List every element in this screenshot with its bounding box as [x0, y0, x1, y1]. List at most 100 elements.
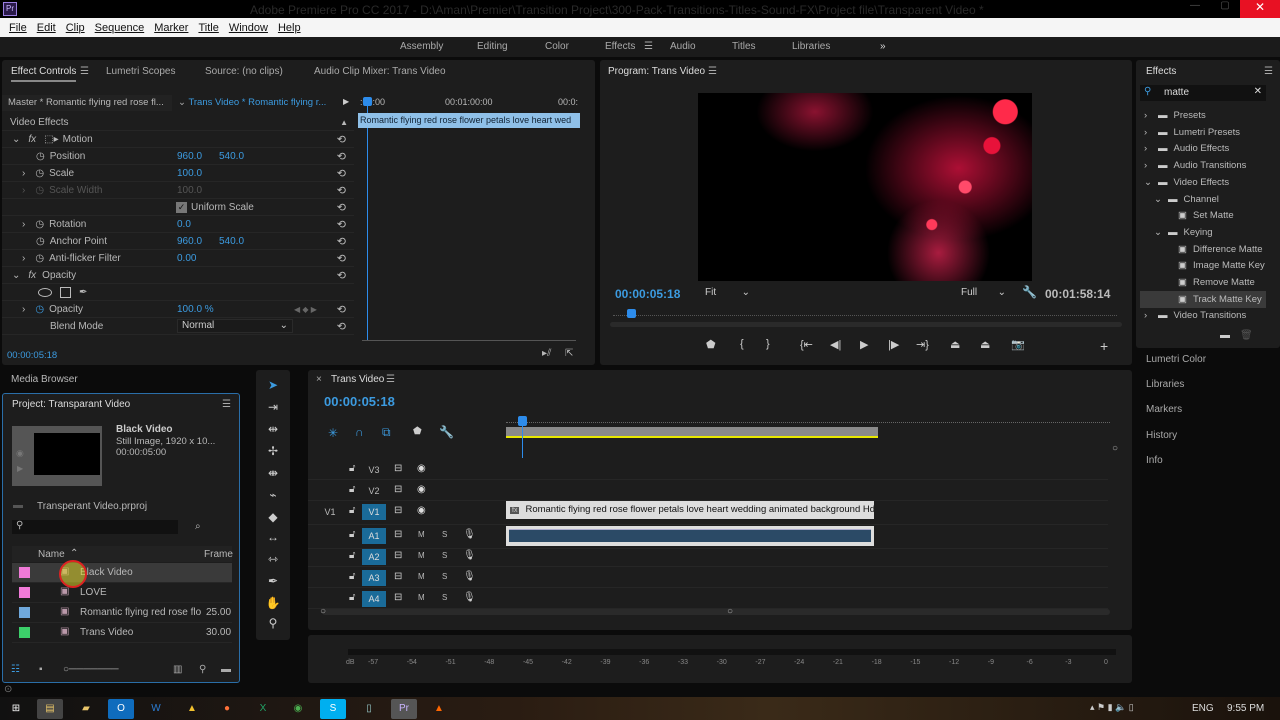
excel-icon[interactable]: X [250, 699, 276, 719]
work-area-bar[interactable] [506, 427, 878, 438]
chevron-right-icon[interactable]: › [22, 185, 25, 196]
clock[interactable]: 9:55 PM [1227, 703, 1264, 714]
mute-button[interactable]: M [418, 530, 425, 539]
go-to-in-icon[interactable]: {⇤ [800, 338, 813, 351]
tab-lumetri-scopes[interactable]: Lumetri Scopes [106, 66, 175, 77]
column-frame-rate[interactable]: Frame [204, 549, 233, 560]
playback-resolution-dropdown[interactable]: Full ⌄ [956, 287, 1008, 301]
step-forward-icon[interactable]: |▶ [888, 338, 899, 351]
reset-icon[interactable]: ⟲ [337, 235, 346, 248]
play-triangle-icon[interactable]: ▶ [343, 97, 349, 106]
uniform-scale-checkbox[interactable]: ✓ [176, 201, 187, 213]
reset-icon[interactable]: ⟲ [337, 218, 346, 231]
fx-icon[interactable]: fx [28, 270, 36, 281]
lift-icon[interactable]: ⏏ [950, 338, 960, 351]
zoom-scrollbar[interactable] [362, 340, 576, 341]
close-tab-icon[interactable]: × [316, 374, 322, 385]
effects-tree-item[interactable]: ⌄ ▬ Video Effects [1140, 174, 1266, 191]
fx-icon[interactable]: fx [28, 134, 36, 145]
snap-magnet-icon[interactable]: ∩ [355, 425, 364, 439]
reset-icon[interactable]: ⟲ [337, 303, 346, 316]
stopwatch-icon[interactable]: ◷ [36, 151, 45, 162]
step-back-icon[interactable]: ◀| [830, 338, 841, 351]
sync-lock-icon[interactable]: ⊟ [394, 463, 402, 474]
track-target-toggle[interactable]: A3 [362, 570, 386, 586]
label-color-swatch[interactable] [19, 627, 30, 638]
microphone-icon[interactable]: 🎙︎ [463, 550, 476, 561]
reset-icon[interactable]: ⟲ [337, 252, 346, 265]
chevron-right-icon[interactable]: › [1144, 110, 1154, 121]
folder-icon[interactable]: ▰ [73, 699, 99, 719]
menu-clip[interactable]: Clip [66, 22, 85, 34]
stopwatch-icon[interactable]: ◷ [35, 304, 44, 315]
add-marker-icon[interactable]: ⬟ [413, 426, 422, 437]
eye-icon[interactable]: ◉ [417, 484, 426, 495]
panel-menu-icon[interactable]: ☰ [386, 374, 395, 385]
workspace-menu-icon[interactable]: ☰ [644, 41, 653, 52]
mute-button[interactable]: M [418, 593, 425, 602]
lock-icon[interactable]: 🔓︎ [349, 571, 355, 582]
label-color-swatch[interactable] [19, 607, 30, 618]
selection-tool-icon[interactable]: ➤ [256, 378, 290, 392]
rotation-value[interactable]: 0.0 [177, 219, 191, 230]
menu-help[interactable]: Help [278, 22, 301, 34]
sync-lock-icon[interactable]: ⊟ [394, 571, 402, 582]
project-title[interactable]: Project: Transparant Video [12, 399, 130, 410]
microphone-icon[interactable]: 🎙︎ [463, 571, 476, 582]
vlc-icon[interactable]: ▲ [426, 699, 452, 719]
panel-libraries[interactable]: Libraries [1146, 379, 1184, 390]
eye-icon[interactable]: ◉ [417, 463, 426, 474]
reset-icon[interactable]: ⟲ [337, 184, 346, 197]
chevron-right-icon[interactable]: › [22, 219, 25, 230]
clear-search-icon[interactable]: ✕ [1254, 86, 1262, 97]
column-name[interactable]: Name [38, 549, 65, 560]
audio-clip[interactable] [506, 526, 874, 546]
more-workspaces-icon[interactable]: » [880, 41, 886, 52]
track-target-toggle[interactable]: V2 [362, 483, 386, 499]
effects-tree-item[interactable]: › ▬ Video Transitions [1140, 307, 1266, 324]
effects-tree-item[interactable]: ▣ Set Matte [1140, 207, 1266, 224]
project-item[interactable]: ▣ Romantic flying red rose flo 25.00 [12, 603, 232, 623]
time-ruler[interactable] [613, 308, 1117, 316]
chevron-down-icon[interactable]: ⌄ [1144, 177, 1154, 188]
tray-icons[interactable]: ▴ ⚑ ▮ 🔈 ▯ [1090, 702, 1134, 713]
chevron-right-icon[interactable]: › [22, 253, 25, 264]
collapse-up-icon[interactable]: ▲ [340, 118, 348, 127]
settings-wrench-icon[interactable]: 🔧 [1022, 285, 1037, 299]
lock-icon[interactable]: 🔓︎ [349, 592, 355, 603]
ellipse-mask-icon[interactable] [38, 287, 52, 297]
pen-tool-icon[interactable]: ✒ [256, 574, 290, 588]
effects-search-box[interactable]: ⚲ matte ✕ [1140, 85, 1266, 101]
panel-menu-icon[interactable]: ☰ [80, 66, 89, 77]
panel-markers[interactable]: Markers [1146, 404, 1182, 415]
slide-tool-icon[interactable]: ⇿ [256, 552, 290, 566]
play-only-audio-icon[interactable]: ▸⫽ [542, 348, 551, 359]
effects-tree-item[interactable]: › ▬ Presets [1140, 107, 1266, 124]
word-icon[interactable]: W [143, 699, 169, 719]
firefox-icon[interactable]: ● [214, 699, 240, 719]
file-explorer-icon[interactable]: ▤ [37, 699, 63, 719]
sync-lock-icon[interactable]: ⊟ [394, 484, 402, 495]
button-editor-plus-icon[interactable]: + [1100, 338, 1108, 354]
workspace-editing[interactable]: Editing [477, 41, 508, 52]
clip-bar[interactable]: Romantic flying red rose flower petals l… [358, 113, 580, 128]
mark-in-icon[interactable]: { [740, 338, 744, 350]
sequence-clip-dropdown[interactable]: ⌄ Trans Video * Romantic flying r... [174, 95, 344, 111]
zoom-slider[interactable]: ○─────── [63, 664, 119, 675]
program-playhead-timecode[interactable]: 00:00:05:18 [615, 287, 680, 301]
blend-mode-dropdown[interactable]: Normal ⌄ [177, 319, 293, 333]
panel-lumetri-color[interactable]: Lumetri Color [1146, 354, 1206, 365]
chevron-right-icon[interactable]: › [1144, 310, 1154, 321]
chevron-down-icon[interactable]: ⌄ [1154, 194, 1164, 205]
export-frame-camera-icon[interactable]: 📷 [1011, 338, 1025, 351]
microphone-icon[interactable]: 🎙︎ [463, 592, 476, 603]
menu-edit[interactable]: Edit [37, 22, 56, 34]
outlook-icon[interactable]: O [108, 699, 134, 719]
effects-tree-item[interactable]: ⌄ ▬ Channel [1140, 191, 1266, 208]
lock-icon[interactable]: 🔓︎ [349, 484, 355, 495]
chevron-right-icon[interactable]: › [22, 304, 25, 315]
reset-icon[interactable]: ⟲ [337, 133, 346, 146]
solo-button[interactable]: S [442, 572, 447, 581]
opacity-value[interactable]: 100.0 % [177, 304, 214, 315]
stopwatch-icon[interactable]: ◷ [35, 168, 44, 179]
